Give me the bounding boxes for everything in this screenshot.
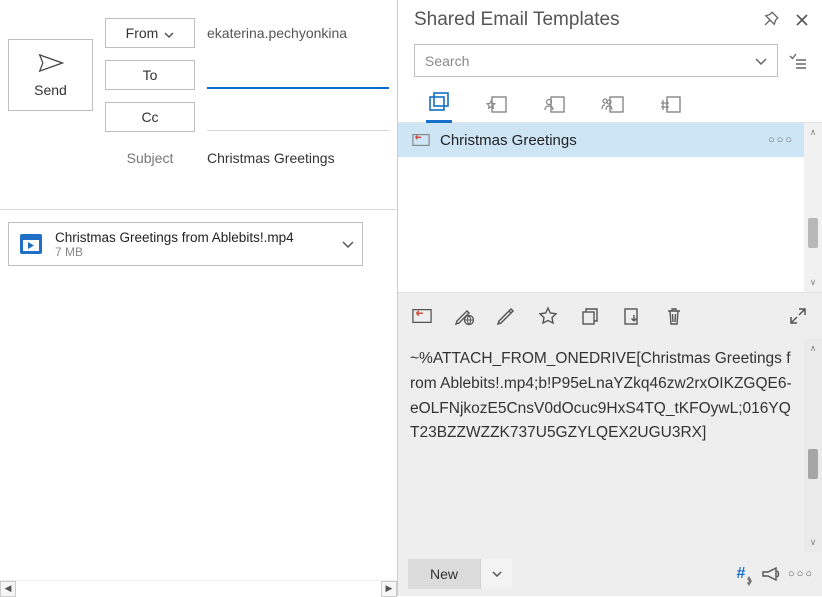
editor-pane: ~%ATTACH_FROM_ONEDRIVE[Christmas Greetin…	[398, 293, 822, 596]
attachment-size: 7 MB	[55, 245, 332, 259]
scroll-up-icon[interactable]: ∧	[810, 343, 817, 354]
from-label: From	[126, 25, 159, 41]
scroll-right-icon[interactable]: ▶	[381, 581, 397, 597]
send-label: Send	[34, 82, 67, 98]
expand-icon[interactable]	[788, 306, 808, 326]
scrollbar-thumb[interactable]	[808, 449, 818, 479]
cc-button[interactable]: Cc	[105, 102, 195, 132]
chevron-down-icon	[164, 25, 174, 41]
tabs	[398, 83, 822, 123]
video-file-icon	[17, 230, 45, 258]
bottom-bar: New # ○○○	[398, 552, 822, 596]
subject-input[interactable]	[207, 150, 389, 166]
tab-favorites[interactable]	[484, 94, 510, 122]
cc-label: Cc	[141, 109, 158, 125]
attachment-item[interactable]: Christmas Greetings from Ablebits!.mp4 7…	[8, 222, 363, 266]
tab-my-templates[interactable]	[542, 94, 568, 122]
scroll-left-icon[interactable]: ◀	[0, 581, 16, 597]
chevron-down-icon[interactable]	[342, 236, 354, 252]
scroll-up-icon[interactable]: ∧	[810, 127, 817, 138]
more-icon[interactable]: ○○○	[790, 563, 812, 585]
to-input[interactable]	[207, 61, 389, 89]
more-icon[interactable]: ○○○	[768, 134, 794, 146]
templates-panel: Shared Email Templates Search	[398, 0, 822, 596]
scroll-down-icon[interactable]: ∨	[810, 277, 817, 288]
cc-input[interactable]	[207, 103, 389, 131]
announcement-icon[interactable]	[760, 563, 782, 585]
send-icon	[38, 53, 64, 76]
send-button[interactable]: Send	[8, 39, 93, 111]
panel-title: Shared Email Templates	[414, 9, 760, 31]
edit-icon[interactable]	[496, 306, 516, 326]
checklist-icon[interactable]	[788, 51, 808, 71]
compose-header: Send From ekaterina.pechyonkina To Cc Su…	[0, 0, 397, 210]
from-value: ekaterina.pechyonkina	[207, 25, 389, 41]
pin-icon[interactable]	[760, 10, 780, 30]
compose-pane: Send From ekaterina.pechyonkina To Cc Su…	[0, 0, 398, 596]
delete-icon[interactable]	[664, 306, 684, 326]
paste-icon[interactable]	[622, 306, 642, 326]
template-name: Christmas Greetings	[440, 132, 758, 149]
vertical-scrollbar[interactable]: ∧ ∨	[804, 123, 822, 292]
from-button[interactable]: From	[105, 18, 195, 48]
search-placeholder: Search	[425, 53, 469, 69]
template-icon	[412, 133, 430, 147]
attachments-area: Christmas Greetings from Ablebits!.mp4 7…	[8, 222, 389, 266]
edit-html-icon[interactable]	[454, 306, 474, 326]
search-input[interactable]: Search	[414, 44, 778, 77]
shortcut-icon[interactable]: #	[730, 563, 752, 585]
close-icon[interactable]	[792, 10, 812, 30]
new-button[interactable]: New	[408, 559, 480, 589]
template-item[interactable]: Christmas Greetings ○○○	[398, 123, 804, 157]
horizontal-scrollbar[interactable]: ◀ ▶	[0, 580, 397, 596]
vertical-scrollbar[interactable]: ∧ ∨	[804, 339, 822, 552]
tab-team-templates[interactable]	[600, 94, 626, 122]
subject-label: Subject	[105, 150, 195, 166]
editor-toolbar	[398, 293, 822, 339]
editor-body[interactable]: ~%ATTACH_FROM_ONEDRIVE[Christmas Greetin…	[398, 339, 804, 552]
insert-into-email-icon[interactable]	[412, 306, 432, 326]
attachment-name: Christmas Greetings from Ablebits!.mp4	[55, 230, 332, 245]
tab-shortcuts[interactable]	[658, 94, 684, 122]
tab-all-templates[interactable]	[426, 92, 452, 123]
scroll-down-icon[interactable]: ∨	[810, 537, 817, 548]
to-label: To	[143, 67, 158, 83]
chevron-down-icon[interactable]	[755, 53, 767, 69]
to-button[interactable]: To	[105, 60, 195, 90]
copy-icon[interactable]	[580, 306, 600, 326]
scrollbar-thumb[interactable]	[808, 218, 818, 248]
new-button-dropdown[interactable]	[480, 559, 512, 589]
template-list: Christmas Greetings ○○○ ∧ ∨	[398, 123, 822, 293]
favorite-icon[interactable]	[538, 306, 558, 326]
